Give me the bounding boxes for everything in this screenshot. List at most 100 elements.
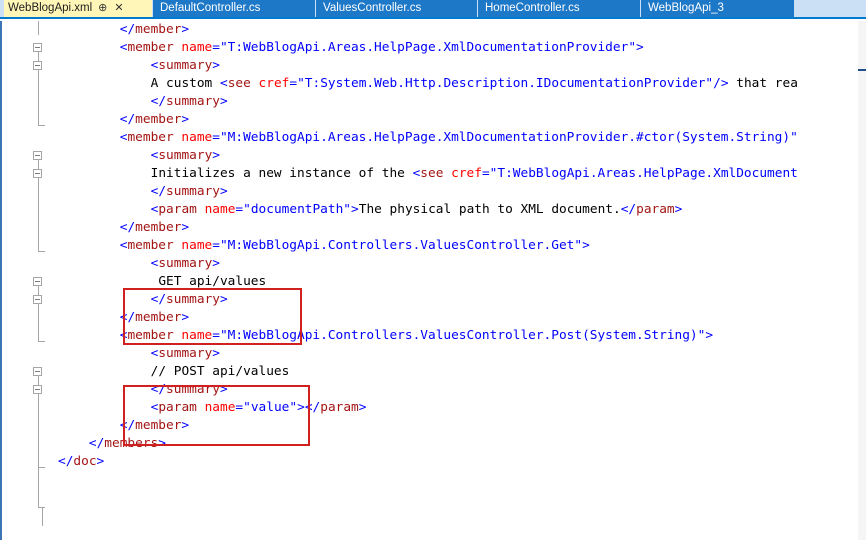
code-token: > (582, 238, 590, 253)
code-token: /> (713, 76, 729, 91)
highlight-box-post-summary (123, 385, 310, 446)
code-line[interactable]: <summary> (151, 255, 220, 273)
code-token: > (212, 58, 220, 73)
code-line[interactable]: <summary> (151, 345, 220, 363)
code-token: =" (212, 238, 228, 253)
code-token: > (181, 220, 190, 235)
collapse-toggle[interactable] (33, 277, 42, 286)
code-line[interactable]: <member name="T:WebBlogApi.Areas.HelpPag… (120, 39, 644, 57)
document-tab-strip: WebBlogApi.xml ⊕ ✕ DefaultController.cs Va… (0, 0, 866, 19)
code-token: T:System.Web.Http.Description.IDocumenta… (304, 76, 706, 91)
tab-webblogapi-xml[interactable]: WebBlogApi.xml ⊕ ✕ (4, 0, 152, 17)
outline-end (38, 251, 45, 252)
code-token: name (181, 130, 213, 145)
collapse-toggle[interactable] (33, 169, 42, 178)
code-line[interactable]: </summary> (151, 93, 228, 111)
collapse-toggle[interactable] (33, 151, 42, 160)
outline-end (38, 507, 45, 508)
code-token: member (127, 238, 174, 253)
code-token: =" (212, 40, 228, 55)
code-token: </ (150, 94, 167, 109)
code-token: summary (158, 58, 213, 73)
code-line[interactable]: <param name="documentPath">The physical … (151, 201, 683, 219)
outline-end (38, 467, 45, 468)
pin-icon[interactable]: ⊕ (98, 0, 107, 17)
vertical-scrollbar[interactable] (858, 21, 866, 540)
code-token: > (351, 202, 359, 217)
tab-label: WebBlogApi.xml (8, 2, 93, 14)
code-token: param (158, 202, 197, 217)
tab-label: DefaultController.cs (160, 2, 261, 14)
tab-homecontroller-cs[interactable]: HomeController.cs (478, 0, 640, 17)
code-token: > (212, 256, 220, 271)
tab-defaultcontroller-cs[interactable]: DefaultController.cs (153, 0, 315, 17)
code-token: T:WebBlogApi.Areas.HelpPage.XmlDocument (497, 166, 798, 181)
code-line[interactable]: </member> (120, 21, 189, 39)
code-line[interactable]: <member name="M:WebBlogApi.Controllers.V… (120, 237, 590, 255)
code-token: doc (73, 454, 97, 469)
code-token: " (790, 130, 798, 145)
code-line[interactable]: </summary> (151, 183, 228, 201)
code-token: summary (158, 256, 213, 271)
outline-line (38, 282, 39, 342)
code-token: =" (481, 166, 498, 181)
tab-valuescontroller-cs[interactable]: ValuesController.cs (316, 0, 477, 17)
outline-line (38, 468, 39, 508)
code-token: The physical path to XML document. (358, 202, 621, 217)
code-token: // POST api/values (150, 364, 290, 379)
code-token: A custom (150, 76, 220, 91)
close-icon[interactable]: ✕ (114, 0, 123, 17)
collapse-toggle[interactable] (33, 367, 42, 376)
code-token: " (628, 40, 637, 55)
tab-label: ValuesController.cs (323, 2, 422, 14)
code-line[interactable]: </member> (120, 111, 189, 129)
code-token: " (343, 202, 352, 217)
outline-end (38, 125, 45, 126)
collapse-toggle[interactable] (33, 295, 42, 304)
tab-webblogapi-3[interactable]: WebBlogApi_3 (641, 0, 794, 17)
outline-line (42, 508, 43, 526)
code-line[interactable]: </member> (120, 219, 189, 237)
tab-label: HomeController.cs (485, 2, 580, 14)
xml-editor[interactable]: </member> <member name="T:WebBlogApi.Area… (0, 21, 866, 540)
collapse-toggle[interactable] (33, 43, 42, 52)
outline-line (38, 48, 39, 126)
code-token: M:WebBlogApi.Areas.HelpPage.XmlDocumenta… (227, 130, 791, 145)
code-token: > (181, 22, 190, 37)
code-token: member (135, 112, 182, 127)
code-token: name (181, 238, 213, 253)
code-line[interactable]: <member name="M:WebBlogApi.Areas.HelpPag… (120, 129, 798, 147)
code-token: </ (58, 454, 74, 469)
code-token: > (212, 148, 220, 163)
code-token: M:WebBlogApi.Controllers.ValuesControlle… (227, 238, 575, 253)
collapse-toggle[interactable] (33, 385, 42, 394)
code-token: </ (88, 436, 105, 451)
code-token: </ (119, 220, 136, 235)
code-line[interactable]: <summary> (151, 57, 220, 75)
code-line[interactable]: A custom <see cref="T:System.Web.Http.De… (151, 75, 798, 93)
code-token: </ (150, 184, 167, 199)
code-token: " (705, 76, 714, 91)
code-line[interactable]: <summary> (151, 147, 220, 165)
code-token: member (127, 130, 174, 145)
code-token: name (204, 202, 236, 217)
code-token: cref (258, 76, 290, 91)
code-token: > (636, 40, 644, 55)
code-token: param (636, 202, 675, 217)
code-line[interactable]: // POST api/values (151, 363, 290, 381)
code-token: param (320, 400, 359, 415)
tab-label: WebBlogApi_3 (648, 2, 724, 14)
code-token: </ (119, 112, 136, 127)
code-token: Initializes a new instance of the (150, 166, 413, 181)
code-line[interactable]: Initializes a new instance of the <see c… (151, 165, 798, 183)
code-token: see (227, 76, 251, 91)
code-token: </ (119, 22, 136, 37)
code-token: =" (289, 76, 305, 91)
code-token: > (674, 202, 683, 217)
code-token: summary (166, 94, 220, 109)
code-token: > (219, 184, 228, 199)
collapse-toggle[interactable] (33, 61, 42, 70)
outline-line (38, 21, 39, 35)
code-line[interactable]: </doc> (58, 453, 104, 471)
